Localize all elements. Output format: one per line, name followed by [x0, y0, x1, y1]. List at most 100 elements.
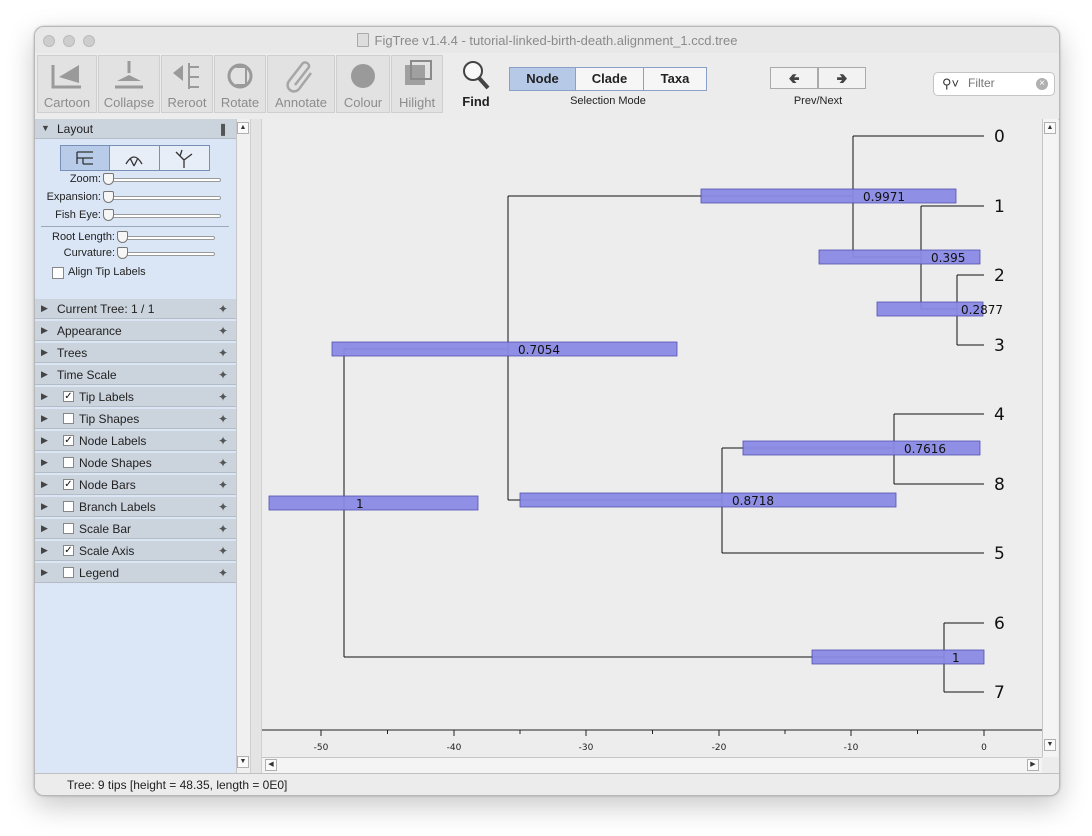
- status-bar: Tree: 9 tips [height = 48.35, length = 0…: [35, 773, 1059, 795]
- next-button[interactable]: 🢂: [818, 67, 866, 89]
- tip-label: 7: [994, 683, 1005, 703]
- tree-horizontal-scrollbar[interactable]: ◀ ▶: [262, 757, 1042, 773]
- paperclip-icon: [286, 61, 312, 93]
- selection-mode-clade[interactable]: Clade: [575, 67, 644, 91]
- colour-icon: [351, 64, 375, 88]
- collapse-button[interactable]: Collapse: [98, 55, 160, 113]
- pin-icon[interactable]: ✦: [218, 500, 228, 514]
- root-length-slider-thumb[interactable]: [117, 231, 128, 243]
- panel-header-node-shapes[interactable]: ▶ Node Shapes ✦: [35, 453, 236, 473]
- expansion-slider[interactable]: [105, 196, 221, 200]
- pin-icon[interactable]: ✦: [218, 456, 228, 470]
- curvature-label: Curvature:: [63, 247, 115, 259]
- rotate-button[interactable]: Rotate: [214, 55, 266, 113]
- panel-header-branch-labels[interactable]: ▶ Branch Labels ✦: [35, 497, 236, 517]
- sidebar-scroll-up-icon[interactable]: ▲: [237, 122, 249, 134]
- colour-button[interactable]: Colour: [336, 55, 390, 113]
- tree-scroll-down-icon[interactable]: ▼: [1044, 739, 1056, 751]
- pin-icon[interactable]: ✦: [218, 434, 228, 448]
- panel-header-tip-labels[interactable]: ▶ ✓ Tip Labels ✦: [35, 387, 236, 407]
- layout-polar-button[interactable]: [109, 145, 160, 171]
- panel-header-scale-bar[interactable]: ▶ Scale Bar ✦: [35, 519, 236, 539]
- tree-canvas[interactable]: 1 0.7054 0.9971 0.395 0.2877 0.8718 0.7616 1 0 1 2…: [262, 119, 1042, 757]
- node-label: 1: [356, 497, 364, 511]
- panel-header-legend[interactable]: ▶ Legend ✦: [35, 563, 236, 583]
- tree-scroll-up-icon[interactable]: ▲: [1044, 122, 1056, 134]
- panel-header-current-tree-1-1[interactable]: ▶ Current Tree: 1 / 1 ✦: [35, 299, 236, 319]
- fish-eye-slider-thumb[interactable]: [103, 209, 114, 221]
- panel-header-time-scale[interactable]: ▶ Time Scale ✦: [35, 365, 236, 385]
- root-length-slider[interactable]: [119, 236, 215, 240]
- pin-icon[interactable]: ✦: [218, 324, 228, 338]
- axis-tick-label: -20: [712, 743, 727, 753]
- panel-checkbox-node-shapes[interactable]: [63, 457, 74, 468]
- reroot-button[interactable]: Reroot: [161, 55, 213, 113]
- layout-radial-button[interactable]: [159, 145, 210, 171]
- search-icon: ⚲˅: [942, 76, 960, 91]
- panel-header-scale-axis[interactable]: ▶ ✓ Scale Axis ✦: [35, 541, 236, 561]
- hilight-button[interactable]: Hilight: [391, 55, 443, 113]
- sidebar-scrollbar[interactable]: ▲ ▼: [236, 119, 250, 773]
- radial-tree-icon: [175, 149, 193, 168]
- panel-checkbox-node-labels[interactable]: ✓: [63, 435, 74, 446]
- pin-icon[interactable]: ❚: [218, 122, 228, 136]
- panel-header-tip-shapes[interactable]: ▶ Tip Shapes ✦: [35, 409, 236, 429]
- panel-header-trees[interactable]: ▶ Trees ✦: [35, 343, 236, 363]
- pin-icon[interactable]: ✦: [218, 390, 228, 404]
- pin-icon[interactable]: ✦: [218, 412, 228, 426]
- zoom-slider[interactable]: [105, 178, 221, 182]
- pin-icon[interactable]: ✦: [218, 478, 228, 492]
- curvature-slider[interactable]: [119, 252, 215, 256]
- panel-checkbox-scale-bar[interactable]: [63, 523, 74, 534]
- filter-field[interactable]: ⚲˅ ×: [933, 72, 1055, 96]
- arrow-right-icon: 🢂: [836, 70, 848, 86]
- arrow-left-icon: 🢀: [788, 70, 800, 86]
- triangle-right-icon: ▶: [41, 391, 48, 401]
- panel-header-appearance[interactable]: ▶ Appearance ✦: [35, 321, 236, 341]
- expansion-slider-thumb[interactable]: [103, 191, 114, 203]
- clear-filter-icon[interactable]: ×: [1036, 78, 1048, 90]
- node-bar: [331, 341, 678, 357]
- panel-checkbox-branch-labels[interactable]: [63, 501, 74, 512]
- rotate-icon: [227, 63, 253, 89]
- pin-icon[interactable]: ✦: [218, 522, 228, 536]
- tree-viewer[interactable]: 1 0.7054 0.9971 0.395 0.2877 0.8718 0.7616 1 0 1 2…: [262, 119, 1042, 757]
- zoom-slider-thumb[interactable]: [103, 173, 114, 185]
- reroot-icon: [173, 63, 199, 89]
- annotate-button[interactable]: Annotate: [267, 55, 335, 113]
- find-button[interactable]: Find: [453, 55, 499, 113]
- panel-header-node-bars[interactable]: ▶ ✓ Node Bars ✦: [35, 475, 236, 495]
- node-bar: [700, 188, 957, 204]
- split-pane-divider[interactable]: [250, 119, 262, 773]
- tree-scroll-left-icon[interactable]: ◀: [265, 759, 277, 771]
- prev-button[interactable]: 🢀: [770, 67, 818, 89]
- pin-icon[interactable]: ✦: [218, 302, 228, 316]
- sidebar-scroll-down-icon[interactable]: ▼: [237, 756, 249, 768]
- tree-scroll-right-icon[interactable]: ▶: [1027, 759, 1039, 771]
- curvature-slider-thumb[interactable]: [117, 247, 128, 259]
- triangle-right-icon: ▶: [41, 523, 48, 533]
- pin-icon[interactable]: ✦: [218, 566, 228, 580]
- fish-eye-slider[interactable]: [105, 214, 221, 218]
- panel-header-node-labels[interactable]: ▶ ✓ Node Labels ✦: [35, 431, 236, 451]
- panel-checkbox-tip-shapes[interactable]: [63, 413, 74, 424]
- pin-icon[interactable]: ✦: [218, 544, 228, 558]
- filter-input[interactable]: [968, 76, 1034, 90]
- layout-panel-header[interactable]: ▼ Layout ❚: [35, 119, 236, 139]
- layout-rectangular-button[interactable]: [60, 145, 110, 171]
- align-tip-labels-checkbox[interactable]: [52, 267, 64, 279]
- tree-vertical-scrollbar[interactable]: ▲ ▼: [1042, 119, 1058, 757]
- cartoon-button[interactable]: Cartoon: [37, 55, 97, 113]
- pin-icon[interactable]: ✦: [218, 368, 228, 382]
- node-label: 0.395: [931, 251, 965, 265]
- axis-tick-label: -30: [579, 743, 594, 753]
- pin-icon[interactable]: ✦: [218, 346, 228, 360]
- panel-checkbox-scale-axis[interactable]: ✓: [63, 545, 74, 556]
- triangle-right-icon: ▶: [41, 501, 48, 511]
- selection-mode-node[interactable]: Node: [509, 67, 576, 91]
- panel-checkbox-node-bars[interactable]: ✓: [63, 479, 74, 490]
- selection-mode-taxa[interactable]: Taxa: [643, 67, 707, 91]
- panel-checkbox-legend[interactable]: [63, 567, 74, 578]
- rectangular-tree-icon: [76, 151, 93, 165]
- panel-checkbox-tip-labels[interactable]: ✓: [63, 391, 74, 402]
